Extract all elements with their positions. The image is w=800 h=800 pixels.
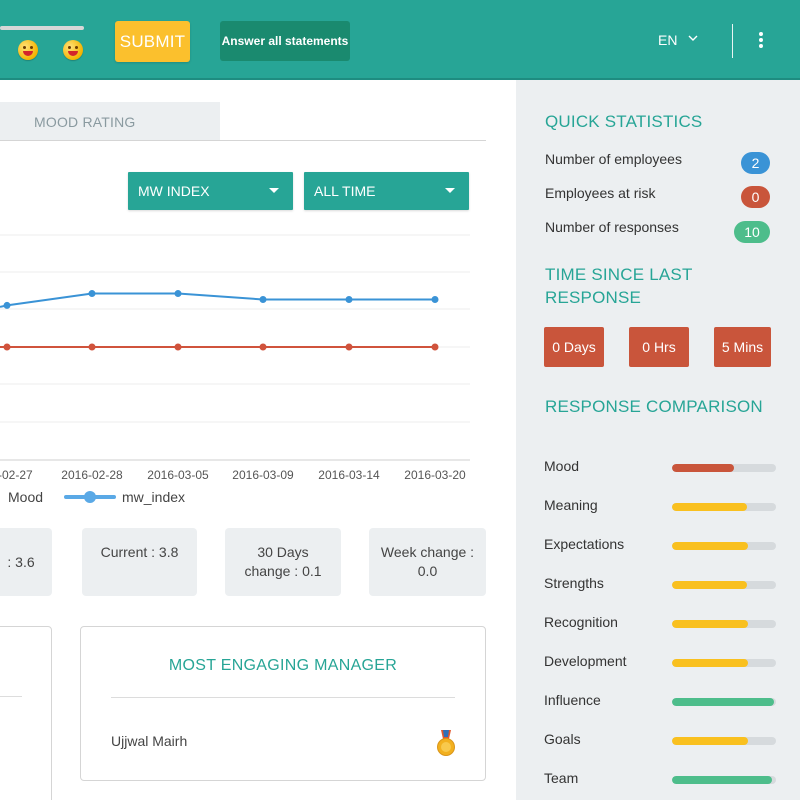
comparison-bar-fill: [672, 776, 772, 784]
tab-underline: [0, 140, 486, 141]
comparison-label: Influence: [544, 692, 601, 708]
comparison-label: Expectations: [544, 536, 625, 552]
period-dropdown-label: ALL TIME: [314, 183, 376, 199]
comparison-bar-fill: [672, 503, 747, 511]
comparison-bar-fill: [672, 620, 748, 628]
comparison-bar: [672, 659, 776, 667]
chevron-down-icon[interactable]: [688, 33, 698, 43]
data-point[interactable]: [259, 295, 267, 303]
data-point[interactable]: [431, 295, 439, 303]
comparison-bar: [672, 464, 776, 472]
tab-mood-rating-label[interactable]: MOOD RATING: [34, 114, 136, 130]
legend-mood-label: Mood: [8, 489, 43, 505]
comparison-bar: [672, 581, 776, 589]
comparison-bar: [672, 620, 776, 628]
x-tick-label: 2016-03-09: [232, 468, 294, 482]
time-since-title-line1: TIME SINCE LAST: [545, 265, 693, 284]
data-point[interactable]: [259, 343, 267, 351]
comparison-label: Strengths: [544, 575, 604, 591]
data-point[interactable]: [174, 290, 182, 298]
caret-down-icon: [269, 188, 279, 193]
most-engaging-manager-card: [80, 626, 486, 781]
thirty-days-change-stat: 30 Days change : 0.1: [225, 528, 341, 596]
top-bar: SUBMIT Answer all statements EN: [0, 0, 800, 80]
x-tick-label: 2016-03-14: [318, 468, 380, 482]
comparison-bar-fill: [672, 659, 748, 667]
comparison-bar-fill: [672, 698, 774, 706]
caret-down-icon: [445, 188, 455, 193]
employees-at-risk-badge: 0: [741, 186, 770, 208]
comparison-bar: [672, 542, 776, 550]
submit-button[interactable]: SUBMIT: [115, 21, 190, 62]
data-point[interactable]: [88, 343, 96, 351]
metric-dropdown-label: MW INDEX: [138, 183, 210, 199]
data-point[interactable]: [174, 343, 182, 351]
comparison-label: Recognition: [544, 614, 618, 630]
data-point[interactable]: [345, 295, 353, 303]
data-point[interactable]: [3, 301, 11, 309]
metric-dropdown[interactable]: MW INDEX: [128, 172, 293, 210]
header-divider: [732, 24, 733, 58]
series-line: [0, 292, 435, 308]
manager-name: Ujjwal Mairh: [111, 733, 188, 749]
left-card-divider: [0, 696, 22, 697]
comparison-bar: [672, 503, 776, 511]
time-since-title: TIME SINCE LAST RESPONSE: [545, 263, 693, 309]
comparison-label: Goals: [544, 731, 581, 747]
manager-card-divider: [111, 697, 455, 698]
comparison-bar: [672, 737, 776, 745]
x-tick-label: 2016-02-27: [0, 468, 33, 482]
x-tick-label: 2016-03-20: [404, 468, 466, 482]
mood-slider[interactable]: [0, 26, 84, 30]
comparison-bar-fill: [672, 581, 747, 589]
legend-mw-index-marker: [84, 491, 96, 503]
comparison-bar-fill: [672, 542, 748, 550]
mw-index-line-chart: 2016-02-27 2016-02-28 2016-03-05 2016-03-09…: [0, 234, 470, 505]
data-point[interactable]: [3, 343, 11, 351]
medal-icon: [437, 730, 455, 756]
data-point[interactable]: [431, 343, 439, 351]
comparison-bar: [672, 776, 776, 784]
comparison-label: Meaning: [544, 497, 598, 513]
employees-count-badge: 2: [741, 152, 770, 174]
employees-count-label: Number of employees: [545, 151, 682, 167]
responses-count-label: Number of responses: [545, 219, 679, 235]
data-point[interactable]: [345, 343, 353, 351]
average-stat: : 3.6: [0, 528, 52, 596]
answer-all-button[interactable]: Answer all statements: [220, 21, 350, 61]
response-comparison-title: RESPONSE COMPARISON: [545, 397, 763, 416]
manager-card-title: MOST ENGAGING MANAGER: [168, 657, 398, 674]
x-tick-label: 2016-03-05: [147, 468, 209, 482]
period-dropdown[interactable]: ALL TIME: [304, 172, 469, 210]
legend-mw-index-label: mw_index: [122, 489, 185, 505]
hours-since-box: 0 Hrs: [629, 327, 689, 367]
left-card: [0, 626, 52, 800]
smiley-icon[interactable]: [63, 40, 83, 60]
comparison-label: Team: [544, 770, 579, 786]
quick-statistics-title: QUICK STATISTICS: [545, 112, 703, 131]
week-change-stat: Week change : 0.0: [369, 528, 486, 596]
more-vert-icon[interactable]: [758, 32, 764, 50]
data-point[interactable]: [88, 290, 96, 298]
comparison-bar-fill: [672, 464, 735, 472]
comparison-label: Development: [544, 653, 627, 669]
smiley-icon[interactable]: [18, 40, 38, 60]
days-since-box: 0 Days: [544, 327, 604, 367]
current-stat: Current : 3.8: [82, 528, 197, 596]
x-tick-label: 2016-02-28: [61, 468, 123, 482]
comparison-bar-fill: [672, 737, 748, 745]
comparison-bar: [672, 698, 776, 706]
employees-at-risk-label: Employees at risk: [545, 185, 656, 201]
time-since-title-line2: RESPONSE: [545, 288, 642, 307]
mins-since-box: 5 Mins: [714, 327, 771, 367]
comparison-label: Mood: [544, 458, 580, 474]
language-selector[interactable]: EN: [658, 32, 677, 48]
responses-count-badge: 10: [734, 221, 770, 243]
